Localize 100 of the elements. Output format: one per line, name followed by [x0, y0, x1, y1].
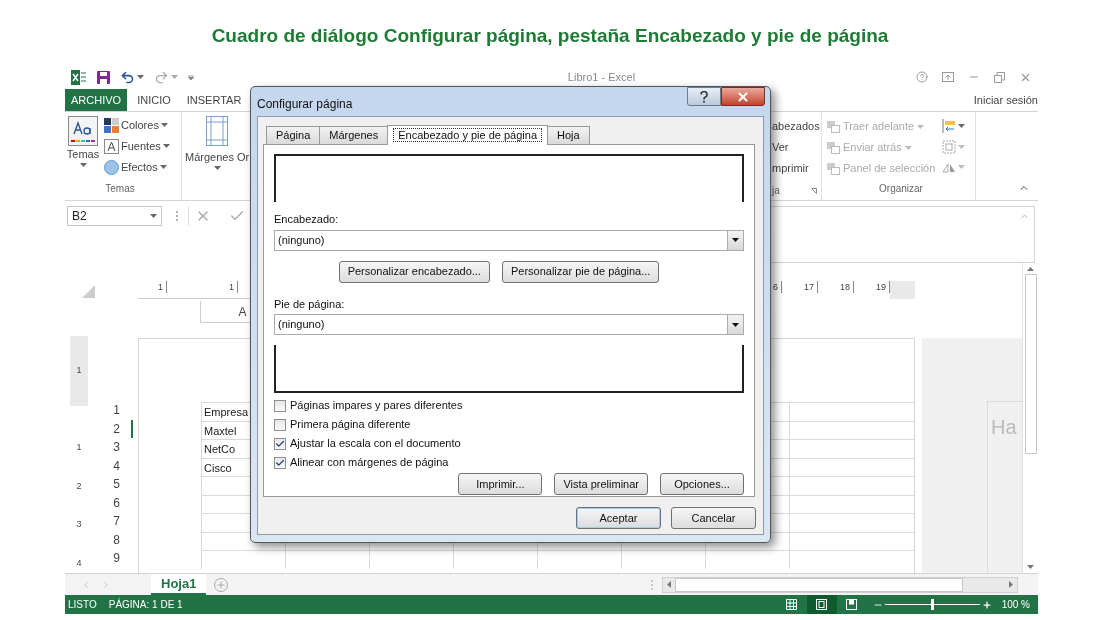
checkbox[interactable] [274, 456, 286, 469]
check-icon [275, 457, 285, 468]
row-header[interactable]: 3 [88, 438, 133, 457]
ruler-label: 1 [76, 441, 82, 454]
row-header[interactable]: 5 [88, 475, 133, 494]
group-label: ja [772, 184, 780, 198]
scrollbar-thumb[interactable] [675, 577, 963, 592]
ok-button[interactable]: Aceptar [576, 507, 661, 529]
layers-icon [827, 120, 840, 133]
theme-option-button[interactable]: Fuentes [104, 137, 170, 155]
ruler-label: 3 [76, 518, 82, 531]
scrollbar-thumb[interactable] [1024, 274, 1037, 454]
caret-icon [732, 238, 739, 242]
theme-option-button[interactable]: Colores [104, 116, 170, 134]
scroll-up-icon[interactable] [1027, 267, 1034, 271]
dialog-button[interactable]: Vista preliminar [554, 473, 648, 495]
caret-icon [79, 162, 87, 167]
dialog-tab[interactable]: Página [266, 126, 321, 144]
ruler-label: 1 [76, 364, 82, 378]
caret-icon [732, 322, 739, 327]
caret-icon [958, 124, 965, 128]
horizontal-scrollbar[interactable] [662, 576, 1018, 593]
row-header[interactable]: 9 [88, 549, 133, 568]
group-label: Temas [104, 182, 136, 196]
dialog-button[interactable]: Imprimir... [458, 473, 543, 495]
customize-button[interactable]: Personalizar encabezado... [338, 260, 490, 283]
row-header[interactable]: 8 [88, 530, 133, 549]
ruler-label: 1 [229, 281, 239, 293]
caret-icon [160, 123, 168, 127]
add-sheet-icon[interactable] [214, 577, 229, 592]
undo-button[interactable] [120, 69, 144, 85]
save-icon[interactable] [97, 70, 110, 84]
row-header[interactable]: 4 [88, 456, 133, 475]
page-layout-view-button[interactable] [806, 595, 837, 614]
help-button[interactable] [687, 87, 721, 106]
window-title: Libro1 - Excel [566, 69, 636, 85]
themes-button[interactable]: Temas [65, 116, 101, 181]
customize-button[interactable]: Personalizar pie de página... [501, 260, 660, 283]
excel-logo-icon[interactable] [71, 69, 87, 85]
dialog-launcher-icon[interactable] [811, 187, 817, 194]
zoom-thumb[interactable] [930, 599, 934, 610]
dropdown[interactable]: (ninguno) [274, 229, 744, 251]
ribbon-command[interactable]: abezados [772, 118, 821, 139]
layers-icon [827, 141, 840, 154]
checkbox[interactable] [274, 399, 286, 412]
layers-icon [827, 162, 840, 175]
caret-icon [171, 75, 178, 79]
ribbon-tab[interactable]: INSERTAR [180, 89, 248, 111]
redo-button[interactable] [154, 69, 178, 85]
question-mark-icon [699, 90, 709, 103]
dialog-tab[interactable]: Encabezado y pie de página [387, 125, 549, 145]
caret-icon [958, 145, 965, 149]
margins-button[interactable]: Márgenes Or [182, 112, 250, 200]
row-header[interactable]: 7 [88, 512, 133, 531]
dialog-button[interactable]: Opciones... [660, 473, 744, 495]
checkbox-label: Alinear con márgenes de página [290, 455, 449, 471]
dropdown[interactable]: (ninguno) [274, 314, 744, 335]
scroll-right-icon[interactable] [1009, 581, 1013, 588]
vertical-scrollbar[interactable] [1022, 263, 1038, 573]
ribbon-tab[interactable]: INICIO [131, 89, 177, 111]
row-header[interactable]: 6 [88, 493, 133, 512]
caret-icon [159, 165, 167, 169]
help-icon[interactable] [916, 71, 928, 83]
zoom-in-icon[interactable] [981, 599, 992, 610]
ruler-label: 1 [158, 281, 167, 293]
restore-icon[interactable] [994, 71, 1005, 83]
caret-icon [150, 214, 157, 218]
select-all-icon[interactable] [82, 285, 95, 298]
file-tab[interactable]: ARCHIVO [65, 89, 128, 111]
ruler-label: 4 [76, 556, 82, 570]
scroll-down-icon[interactable] [1027, 565, 1034, 569]
ribbon-display-icon[interactable] [942, 72, 954, 82]
align-icon[interactable] [942, 119, 956, 133]
caret-icon [917, 124, 925, 129]
caret-icon [162, 144, 170, 148]
dialog-tab[interactable]: Hoja [547, 126, 590, 144]
customize-icon[interactable] [188, 74, 194, 80]
checkbox-label: Páginas impares y pares diferentes [290, 398, 463, 414]
checkbox-label: Primera página diferente [290, 417, 411, 433]
zoom-level-text[interactable]: 100 % [1001, 597, 1030, 612]
scroll-left-icon[interactable] [667, 581, 671, 588]
close-button[interactable] [721, 87, 765, 106]
rotate-icon[interactable] [942, 161, 956, 173]
checkbox[interactable] [274, 437, 286, 450]
cancel-button[interactable]: Cancelar [671, 507, 756, 529]
checkbox[interactable] [274, 418, 286, 431]
ribbon-command[interactable]: mprimir [772, 160, 821, 181]
sign-in-link[interactable]: Iniciar sesión [973, 91, 1038, 109]
theme-option-button[interactable]: Efectos [104, 158, 170, 176]
ruler-label: 19 [876, 281, 891, 293]
group-icon[interactable] [942, 140, 956, 154]
row-header[interactable]: 2 [88, 419, 133, 438]
ruler-label: 18 [840, 281, 855, 293]
caret-icon [137, 75, 144, 79]
dialog-tab[interactable]: Márgenes [319, 126, 389, 144]
grid-icon [786, 599, 798, 610]
row-header[interactable]: 1 [88, 401, 133, 420]
sheet-tab[interactable]: Hoja1 [151, 574, 207, 595]
name-box[interactable]: B2 [67, 206, 162, 226]
ribbon-command[interactable]: Ver [772, 139, 821, 160]
